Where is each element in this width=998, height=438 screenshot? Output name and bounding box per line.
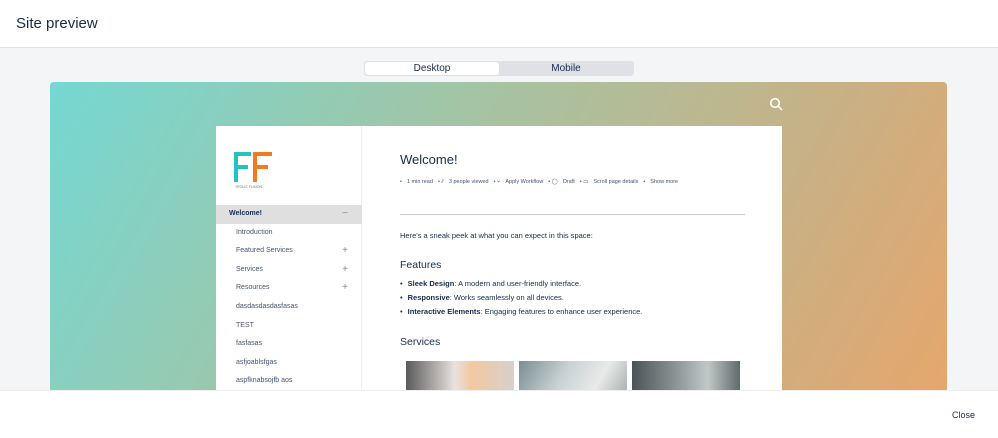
svg-text:TROLIC FUSION: TROLIC FUSION <box>235 185 263 189</box>
logo-icon: TROLIC FUSION <box>234 152 272 189</box>
feature-name: Responsive <box>407 293 450 302</box>
feature-desc: : Works seamlessly on all devices. <box>449 293 564 302</box>
sidebar-item-label: dasdasdasdasfasas <box>236 302 298 310</box>
scroll-page-details-link[interactable]: Scroll page details <box>593 179 638 185</box>
expand-icon[interactable]: + <box>342 242 348 261</box>
sidebar-item[interactable]: fasfasas <box>216 335 362 354</box>
apply-workflow-link[interactable]: Apply Workflow <box>505 179 543 185</box>
sidebar-item-label: TEST <box>236 321 254 329</box>
list-item: Interactive Elements: Engaging features … <box>400 305 643 319</box>
expand-icon[interactable]: + <box>342 279 348 298</box>
toggle-mobile[interactable]: Mobile <box>499 62 633 75</box>
toggle-desktop[interactable]: Desktop <box>365 62 499 75</box>
feature-name: Interactive Elements <box>407 307 481 316</box>
sidebar-item-label: Welcome! <box>229 210 262 217</box>
list-item: Sleek Design: A modern and user-friendly… <box>400 277 642 291</box>
sidebar-item-resources[interactable]: Resources + <box>216 279 362 298</box>
view-toggle: Desktop Mobile <box>364 61 634 76</box>
page-card: TROLIC FUSION Welcome! − Introduction Fea… <box>216 126 782 390</box>
preview-area: Desktop Mobile TROLIC FUSION Welcome! − I… <box>0 48 998 390</box>
sidebar-item[interactable]: dasdasdasdasfasas <box>216 298 362 317</box>
sidebar-item-label: asfjoablsfgas <box>236 358 277 366</box>
sidebar-item-label: Services <box>236 265 263 273</box>
sidebar-item-introduction[interactable]: Introduction <box>216 224 362 243</box>
sidebar-item-label: fasfasas <box>236 340 263 348</box>
sidebar-item-services[interactable]: Services + <box>216 261 362 280</box>
service-image-meeting <box>406 361 514 390</box>
features-list: Sleek Design: A modern and user-friendly… <box>400 277 643 319</box>
sidebar-item-label: Featured Services <box>236 247 293 255</box>
logo: TROLIC FUSION <box>234 152 274 195</box>
services-heading: Services <box>400 336 441 348</box>
sidebar-item[interactable]: aspfknabsojfb aos <box>216 372 362 390</box>
page-meta: • 1 min read • ⫽ 3 people viewed • ⑂ Apply Wo… <box>400 179 679 185</box>
feature-desc: : Engaging features to enhance user expe… <box>480 307 643 316</box>
divider <box>400 214 745 215</box>
intro-text: Here's a sneak peek at what you can expe… <box>400 231 593 240</box>
sidebar-item[interactable]: TEST <box>216 317 362 336</box>
show-more-link[interactable]: Show more <box>650 179 678 185</box>
status-badge: Draft <box>562 179 575 185</box>
service-image-room <box>632 361 740 390</box>
site-preview: TROLIC FUSION Welcome! − Introduction Fea… <box>50 82 947 390</box>
read-time: 1 min read <box>406 179 433 185</box>
feature-desc: : A modern and user-friendly interface. <box>454 279 582 288</box>
modal-title: Site preview <box>16 15 98 32</box>
expand-icon[interactable]: + <box>342 261 348 280</box>
service-image-laptop <box>519 361 627 390</box>
features-heading: Features <box>400 259 442 271</box>
list-item: Responsive: Works seamlessly on all devi… <box>400 291 642 305</box>
modal-footer: Close <box>0 390 998 438</box>
feature-name: Sleek Design <box>407 279 455 288</box>
sidebar-item-label: Introduction <box>236 228 273 236</box>
close-button[interactable]: Close <box>952 410 975 420</box>
services-images <box>406 361 740 390</box>
sidebar-item-label: Resources <box>236 284 270 292</box>
sidebar-item[interactable]: asfjoablsfgas <box>216 354 362 373</box>
collapse-icon[interactable]: − <box>342 205 348 224</box>
page-title: Welcome! <box>400 152 458 167</box>
sidebar-nav: Welcome! − Introduction Featured Services… <box>216 205 362 390</box>
sidebar-item-featured-services[interactable]: Featured Services + <box>216 242 362 261</box>
sidebar-item-label: aspfknabsojfb aos <box>236 377 293 385</box>
sidebar-item-welcome[interactable]: Welcome! − <box>216 205 362 224</box>
sidebar: TROLIC FUSION Welcome! − Introduction Fea… <box>216 126 362 390</box>
search-icon[interactable] <box>769 97 783 111</box>
views-count: 3 people viewed <box>448 179 489 185</box>
modal-header: Site preview <box>0 0 998 48</box>
